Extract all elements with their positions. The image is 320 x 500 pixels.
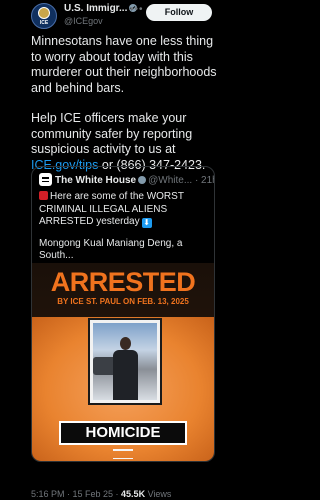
- tweet-paragraph-2-prefix: Help ICE officers make your community sa…: [31, 111, 193, 156]
- white-house-logo-icon: [113, 449, 133, 459]
- quoted-tweet-text: Here are some of the WORST CRIMINAL ILLE…: [39, 191, 211, 272]
- follow-button[interactable]: Follow: [146, 4, 212, 21]
- ice-avatar[interactable]: ICE: [31, 3, 57, 29]
- tweet-paragraph-1: Minnesotans have one less thing to worry…: [31, 34, 217, 95]
- author-name-text: U.S. Immigr...: [64, 3, 128, 14]
- tweet-text: Minnesotans have one less thing to worry…: [31, 34, 217, 188]
- suspect-photo-frame: [88, 318, 162, 405]
- avatar-text: ICE: [39, 19, 49, 26]
- tweet-paragraph-2: Help ICE officers make your community sa…: [31, 111, 217, 173]
- quoted-line-1: Here are some of the WORST CRIMINAL ILLE…: [39, 191, 211, 229]
- quoted-author-name: The White House: [55, 175, 137, 186]
- white-house-avatar[interactable]: [39, 173, 52, 186]
- quoted-tweet[interactable]: The White House @White... · 21h Here are …: [31, 166, 215, 462]
- views-count: 45.5K: [121, 489, 146, 499]
- views-label: Views: [145, 489, 172, 499]
- suspect-photo: [93, 323, 157, 400]
- more-horizontal-icon[interactable]: •••: [130, 4, 144, 15]
- poster-title: ARRESTED: [50, 267, 196, 297]
- siren-icon: [39, 191, 48, 200]
- tweet-meta: 5:16 PM · 15 Feb 25 · 45.5K Views: [31, 489, 171, 499]
- down-arrow-icon: ⬇: [141, 218, 152, 228]
- person-head: [120, 337, 131, 350]
- author-name[interactable]: U.S. Immigr...: [64, 3, 138, 14]
- author-handle[interactable]: @ICEgov: [64, 16, 103, 26]
- person-body: [113, 350, 138, 400]
- ice-seal-icon: [38, 6, 50, 19]
- tweet-timestamp[interactable]: 5:16 PM · 15 Feb 25 ·: [31, 489, 121, 499]
- quoted-tweet-header: The White House @White... · 21h: [39, 173, 215, 187]
- government-badge-icon: [138, 176, 147, 184]
- quoted-line-2: Mongong Kual Maniang Deng, a South...: [39, 237, 183, 262]
- quoted-handle-time: @White... · 21h: [148, 175, 215, 186]
- poster-subtitle: BY ICE ST. PAUL ON FEB. 13, 2025: [57, 297, 189, 306]
- crime-label: HOMICIDE: [59, 421, 187, 445]
- tweet-header: ICE U.S. Immigr... @ICEgov ••• Follow: [0, 0, 242, 34]
- quoted-line-1-text: Here are some of the WORST CRIMINAL ILLE…: [39, 191, 184, 227]
- arrest-poster-image[interactable]: ARRESTED BY ICE ST. PAUL ON FEB. 13, 202…: [32, 263, 214, 461]
